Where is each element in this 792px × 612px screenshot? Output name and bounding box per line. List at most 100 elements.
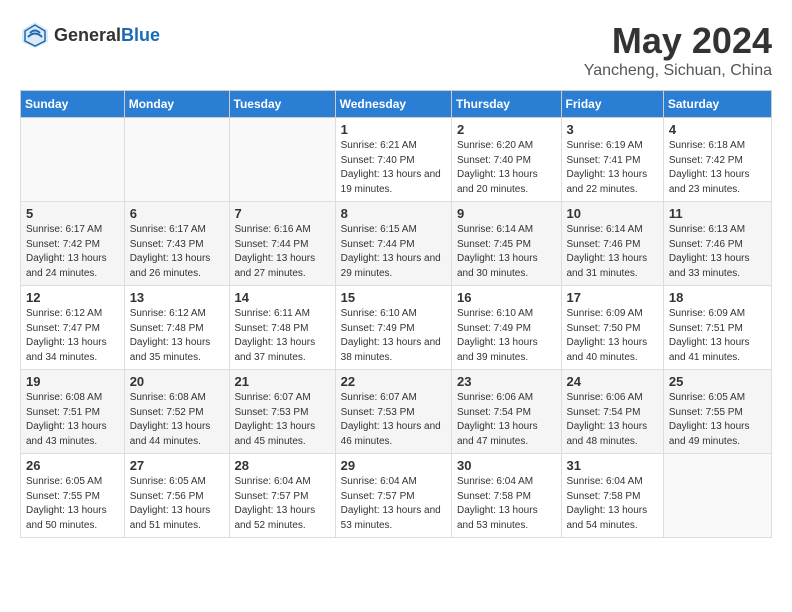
day-info: Sunrise: 6:17 AM Sunset: 7:43 PM Dayligh… bbox=[130, 223, 224, 281]
day-number: 29 bbox=[341, 458, 446, 473]
day-info: Sunrise: 6:05 AM Sunset: 7:55 PM Dayligh… bbox=[669, 391, 766, 449]
day-info: Sunrise: 6:14 AM Sunset: 7:45 PM Dayligh… bbox=[457, 223, 556, 281]
day-number: 20 bbox=[130, 374, 224, 389]
calendar-cell: 22 Sunrise: 6:07 AM Sunset: 7:53 PM Dayli… bbox=[335, 370, 451, 454]
page-header: GeneralBlue May 2024 Yancheng, Sichuan, … bbox=[20, 20, 772, 80]
day-info: Sunrise: 6:04 AM Sunset: 7:58 PM Dayligh… bbox=[567, 475, 658, 533]
day-number: 21 bbox=[235, 374, 330, 389]
column-header-sunday: Sunday bbox=[21, 91, 125, 118]
calendar-cell: 8Sunrise: 6:15 AM Sunset: 7:44 PM Daylig… bbox=[335, 202, 451, 286]
day-info: Sunrise: 6:08 AM Sunset: 7:51 PM Dayligh… bbox=[26, 391, 119, 449]
calendar-cell: 17Sunrise: 6:09 AM Sunset: 7:50 PM Dayli… bbox=[561, 286, 663, 370]
calendar-cell: 4Sunrise: 6:18 AM Sunset: 7:42 PM Daylig… bbox=[663, 118, 771, 202]
day-number: 18 bbox=[669, 290, 766, 305]
calendar-cell bbox=[229, 118, 335, 202]
logo: GeneralBlue bbox=[20, 20, 160, 50]
calendar-cell: 28 Sunrise: 6:04 AM Sunset: 7:57 PM Dayli… bbox=[229, 454, 335, 538]
column-header-saturday: Saturday bbox=[663, 91, 771, 118]
day-info: Sunrise: 6:13 AM Sunset: 7:46 PM Dayligh… bbox=[669, 223, 766, 281]
calendar-table: SundayMondayTuesdayWednesdayThursdayFrid… bbox=[20, 90, 772, 538]
calendar-cell: 13 Sunrise: 6:12 AM Sunset: 7:48 PM Dayli… bbox=[124, 286, 229, 370]
day-number: 7 bbox=[235, 206, 330, 221]
day-info: Sunrise: 6:06 AM Sunset: 7:54 PM Dayligh… bbox=[567, 391, 658, 449]
day-number: 2 bbox=[457, 122, 556, 137]
title-area: May 2024 Yancheng, Sichuan, China bbox=[584, 20, 772, 80]
day-info: Sunrise: 6:20 AM Sunset: 7:40 PM Dayligh… bbox=[457, 139, 556, 197]
day-number: 30 bbox=[457, 458, 556, 473]
calendar-cell: 11Sunrise: 6:13 AM Sunset: 7:46 PM Dayli… bbox=[663, 202, 771, 286]
day-info: Sunrise: 6:14 AM Sunset: 7:46 PM Dayligh… bbox=[567, 223, 658, 281]
day-number: 5 bbox=[26, 206, 119, 221]
day-number: 31 bbox=[567, 458, 658, 473]
calendar-cell bbox=[21, 118, 125, 202]
calendar-cell: 18Sunrise: 6:09 AM Sunset: 7:51 PM Dayli… bbox=[663, 286, 771, 370]
day-number: 14 bbox=[235, 290, 330, 305]
calendar-cell: 14 Sunrise: 6:11 AM Sunset: 7:48 PM Dayli… bbox=[229, 286, 335, 370]
day-info: Sunrise: 6:10 AM Sunset: 7:49 PM Dayligh… bbox=[457, 307, 556, 365]
calendar-cell: 25 Sunrise: 6:05 AM Sunset: 7:55 PM Dayli… bbox=[663, 370, 771, 454]
day-info: Sunrise: 6:04 AM Sunset: 7:57 PM Dayligh… bbox=[235, 475, 330, 533]
calendar-cell: 12 Sunrise: 6:12 AM Sunset: 7:47 PM Dayli… bbox=[21, 286, 125, 370]
column-header-friday: Friday bbox=[561, 91, 663, 118]
day-info: Sunrise: 6:07 AM Sunset: 7:53 PM Dayligh… bbox=[235, 391, 330, 449]
column-header-wednesday: Wednesday bbox=[335, 91, 451, 118]
day-number: 13 bbox=[130, 290, 224, 305]
calendar-cell: 29 Sunrise: 6:04 AM Sunset: 7:57 PM Dayli… bbox=[335, 454, 451, 538]
day-info: Sunrise: 6:19 AM Sunset: 7:41 PM Dayligh… bbox=[567, 139, 658, 197]
calendar-cell: 5 Sunrise: 6:17 AM Sunset: 7:42 PM Daylig… bbox=[21, 202, 125, 286]
day-info: Sunrise: 6:06 AM Sunset: 7:54 PM Dayligh… bbox=[457, 391, 556, 449]
logo-blue-text: Blue bbox=[121, 25, 160, 45]
logo-general-text: General bbox=[54, 25, 121, 45]
day-info: Sunrise: 6:07 AM Sunset: 7:53 PM Dayligh… bbox=[341, 391, 446, 449]
calendar-cell: 2 Sunrise: 6:20 AM Sunset: 7:40 PM Daylig… bbox=[451, 118, 561, 202]
day-number: 23 bbox=[457, 374, 556, 389]
day-info: Sunrise: 6:04 AM Sunset: 7:58 PM Dayligh… bbox=[457, 475, 556, 533]
calendar-cell: 21 Sunrise: 6:07 AM Sunset: 7:53 PM Dayli… bbox=[229, 370, 335, 454]
calendar-cell: 1 Sunrise: 6:21 AM Sunset: 7:40 PM Daylig… bbox=[335, 118, 451, 202]
day-info: Sunrise: 6:12 AM Sunset: 7:48 PM Dayligh… bbox=[130, 307, 224, 365]
day-info: Sunrise: 6:17 AM Sunset: 7:42 PM Dayligh… bbox=[26, 223, 119, 281]
calendar-cell bbox=[663, 454, 771, 538]
day-number: 16 bbox=[457, 290, 556, 305]
calendar-title: May 2024 bbox=[584, 20, 772, 62]
day-info: Sunrise: 6:05 AM Sunset: 7:56 PM Dayligh… bbox=[130, 475, 224, 533]
calendar-cell: 19 Sunrise: 6:08 AM Sunset: 7:51 PM Dayli… bbox=[21, 370, 125, 454]
day-number: 19 bbox=[26, 374, 119, 389]
day-number: 12 bbox=[26, 290, 119, 305]
week-row-3: 12 Sunrise: 6:12 AM Sunset: 7:47 PM Dayli… bbox=[21, 286, 772, 370]
day-number: 3 bbox=[567, 122, 658, 137]
day-info: Sunrise: 6:15 AM Sunset: 7:44 PM Dayligh… bbox=[341, 223, 446, 281]
column-header-tuesday: Tuesday bbox=[229, 91, 335, 118]
day-number: 25 bbox=[669, 374, 766, 389]
day-info: Sunrise: 6:12 AM Sunset: 7:47 PM Dayligh… bbox=[26, 307, 119, 365]
calendar-subtitle: Yancheng, Sichuan, China bbox=[584, 62, 772, 80]
day-info: Sunrise: 6:16 AM Sunset: 7:44 PM Dayligh… bbox=[235, 223, 330, 281]
day-number: 1 bbox=[341, 122, 446, 137]
column-header-monday: Monday bbox=[124, 91, 229, 118]
day-number: 6 bbox=[130, 206, 224, 221]
day-info: Sunrise: 6:21 AM Sunset: 7:40 PM Dayligh… bbox=[341, 139, 446, 197]
day-info: Sunrise: 6:11 AM Sunset: 7:48 PM Dayligh… bbox=[235, 307, 330, 365]
calendar-cell: 26Sunrise: 6:05 AM Sunset: 7:55 PM Dayli… bbox=[21, 454, 125, 538]
calendar-cell: 16 Sunrise: 6:10 AM Sunset: 7:49 PM Dayli… bbox=[451, 286, 561, 370]
day-number: 10 bbox=[567, 206, 658, 221]
calendar-cell bbox=[124, 118, 229, 202]
calendar-cell: 20Sunrise: 6:08 AM Sunset: 7:52 PM Dayli… bbox=[124, 370, 229, 454]
day-number: 22 bbox=[341, 374, 446, 389]
calendar-cell: 15Sunrise: 6:10 AM Sunset: 7:49 PM Dayli… bbox=[335, 286, 451, 370]
week-row-5: 26Sunrise: 6:05 AM Sunset: 7:55 PM Dayli… bbox=[21, 454, 772, 538]
day-info: Sunrise: 6:18 AM Sunset: 7:42 PM Dayligh… bbox=[669, 139, 766, 197]
day-number: 28 bbox=[235, 458, 330, 473]
day-number: 17 bbox=[567, 290, 658, 305]
calendar-cell: 30 Sunrise: 6:04 AM Sunset: 7:58 PM Dayli… bbox=[451, 454, 561, 538]
calendar-cell: 23 Sunrise: 6:06 AM Sunset: 7:54 PM Dayli… bbox=[451, 370, 561, 454]
column-header-thursday: Thursday bbox=[451, 91, 561, 118]
day-info: Sunrise: 6:05 AM Sunset: 7:55 PM Dayligh… bbox=[26, 475, 119, 533]
day-info: Sunrise: 6:10 AM Sunset: 7:49 PM Dayligh… bbox=[341, 307, 446, 365]
week-row-1: 1 Sunrise: 6:21 AM Sunset: 7:40 PM Daylig… bbox=[21, 118, 772, 202]
calendar-cell: 27Sunrise: 6:05 AM Sunset: 7:56 PM Dayli… bbox=[124, 454, 229, 538]
calendar-cell: 31 Sunrise: 6:04 AM Sunset: 7:58 PM Dayli… bbox=[561, 454, 663, 538]
week-row-4: 19 Sunrise: 6:08 AM Sunset: 7:51 PM Dayli… bbox=[21, 370, 772, 454]
day-info: Sunrise: 6:04 AM Sunset: 7:57 PM Dayligh… bbox=[341, 475, 446, 533]
calendar-cell: 6 Sunrise: 6:17 AM Sunset: 7:43 PM Daylig… bbox=[124, 202, 229, 286]
